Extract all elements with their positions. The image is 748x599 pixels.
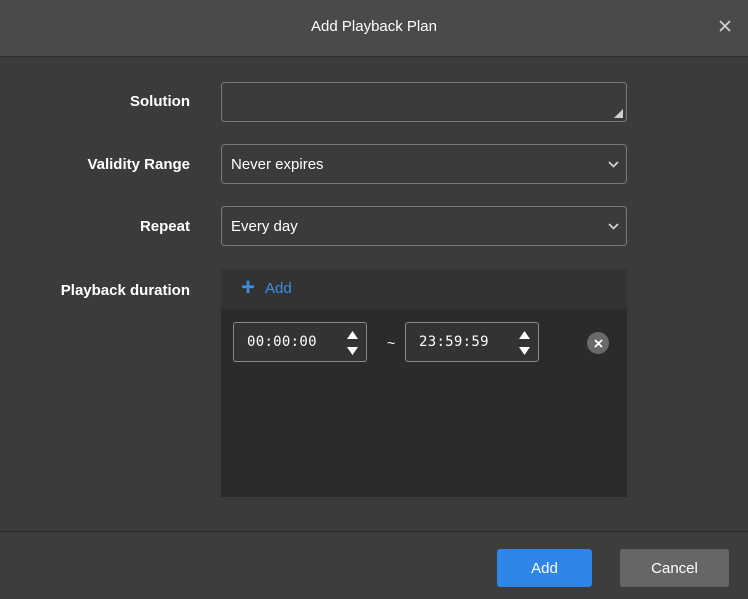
- repeat-select[interactable]: Every day: [221, 206, 627, 246]
- plus-icon: +: [241, 274, 256, 301]
- remove-duration-icon[interactable]: [587, 332, 609, 354]
- repeat-value: Every day: [231, 217, 298, 235]
- resize-handle-icon[interactable]: [614, 109, 623, 118]
- dialog-title: Add Playback Plan: [311, 18, 437, 35]
- end-time-input[interactable]: 23:59:59: [405, 322, 539, 362]
- increment-arrow-icon[interactable]: [344, 327, 360, 342]
- end-time-value: 23:59:59: [419, 334, 489, 350]
- add-duration-label: Add: [265, 279, 292, 297]
- add-duration-link[interactable]: + Add: [241, 274, 292, 301]
- playback-duration-label: Playback duration: [60, 282, 190, 299]
- decrement-arrow-icon[interactable]: [516, 343, 532, 358]
- chevron-down-icon: [600, 144, 626, 184]
- cancel-button[interactable]: Cancel: [620, 549, 729, 587]
- close-icon[interactable]: [714, 15, 736, 37]
- validity-range-label: Validity Range: [87, 156, 190, 173]
- validity-range-value: Never expires: [231, 155, 324, 173]
- increment-arrow-icon[interactable]: [516, 327, 532, 342]
- start-time-input[interactable]: 00:00:00: [233, 322, 367, 362]
- dialog-titlebar: Add Playback Plan: [0, 0, 748, 57]
- validity-range-select[interactable]: Never expires: [221, 144, 627, 184]
- add-button[interactable]: Add: [497, 549, 592, 587]
- repeat-label: Repeat: [139, 218, 190, 235]
- chevron-down-icon: [600, 206, 626, 246]
- playback-duration-panel: + Add 00:00:00 ~ 23:59:59: [221, 269, 627, 497]
- decrement-arrow-icon[interactable]: [344, 343, 360, 358]
- solution-input[interactable]: [221, 82, 627, 122]
- solution-label: Solution: [130, 93, 190, 110]
- range-separator: ~: [387, 335, 396, 351]
- duration-header: + Add: [221, 269, 627, 309]
- dialog-footer: Add Cancel: [0, 532, 748, 599]
- start-time-value: 00:00:00: [247, 334, 317, 350]
